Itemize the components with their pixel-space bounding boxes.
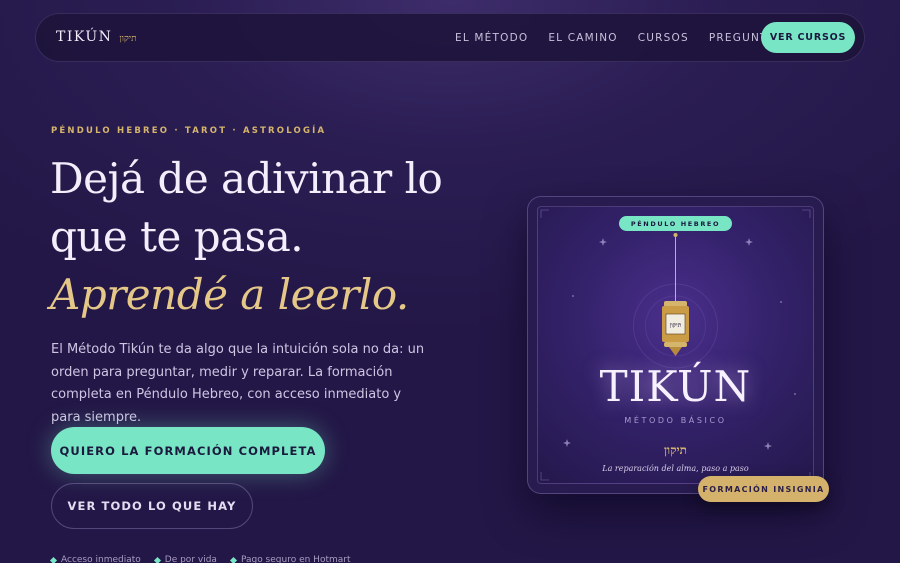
brand-name: TIKÚN bbox=[56, 29, 113, 45]
card-badge-top: PÉNDULO HEBREO bbox=[619, 216, 732, 231]
trust-item: Pago seguro en Hotmart bbox=[229, 555, 351, 563]
diamond-icon bbox=[49, 556, 58, 563]
card-subtitle: MÉTODO BÁSICO bbox=[624, 416, 727, 425]
trust-item: De por vida bbox=[153, 555, 217, 563]
card-title: TIKÚN bbox=[599, 362, 752, 411]
hero-lead: El Método Tikún te da algo que la intuic… bbox=[51, 342, 425, 425]
card-tagline: La reparación del alma, paso a paso bbox=[602, 464, 749, 473]
trust-text: Acceso inmediato bbox=[61, 555, 141, 563]
diamond-icon bbox=[229, 556, 237, 563]
primary-cta-button[interactable]: QUIERO LA FORMACIÓN COMPLETA bbox=[51, 427, 325, 474]
secondary-cta-button[interactable]: VER TODO LO QUE HAY bbox=[51, 483, 253, 529]
ver-cursos-button[interactable]: VER CURSOS bbox=[761, 22, 855, 53]
trust-list: Acceso inmediato De por vida Pago seguro… bbox=[49, 555, 351, 563]
hero-headline: Dejá de adivinar lo que te pasa. Aprendé… bbox=[50, 150, 443, 324]
brand-hebrew: תיקון bbox=[119, 34, 137, 44]
headline-line-1: Dejá de adivinar lo bbox=[50, 154, 443, 203]
top-navbar: TIKÚN תיקון EL MÉTODO EL CAMINO CURSOS P… bbox=[35, 13, 865, 62]
diamond-icon bbox=[153, 556, 161, 563]
headline-accent: Aprendé a leerlo. bbox=[50, 270, 409, 319]
headline-line-2: que te pasa. bbox=[50, 212, 304, 261]
trust-text: Pago seguro en Hotmart bbox=[240, 555, 351, 563]
card-hebrew: תיקון bbox=[663, 443, 687, 457]
nav-link-el-camino[interactable]: EL CAMINO bbox=[548, 32, 617, 44]
brand-logo[interactable]: TIKÚN תיקון bbox=[56, 29, 137, 45]
hero-eyebrow: PÉNDULO HEBREO · TAROT · ASTROLOGÍA bbox=[51, 126, 327, 136]
trust-text: De por vida bbox=[164, 555, 217, 563]
nav-link-el-metodo[interactable]: EL MÉTODO bbox=[455, 32, 528, 44]
trust-item: Acceso inmediato bbox=[49, 555, 141, 563]
nav-link-cursos[interactable]: CURSOS bbox=[638, 32, 689, 44]
nav-links: EL MÉTODO EL CAMINO CURSOS PREGUNTAS bbox=[455, 14, 803, 61]
formacion-insignia-badge: FORMACIÓN INSIGNIA bbox=[698, 476, 829, 502]
